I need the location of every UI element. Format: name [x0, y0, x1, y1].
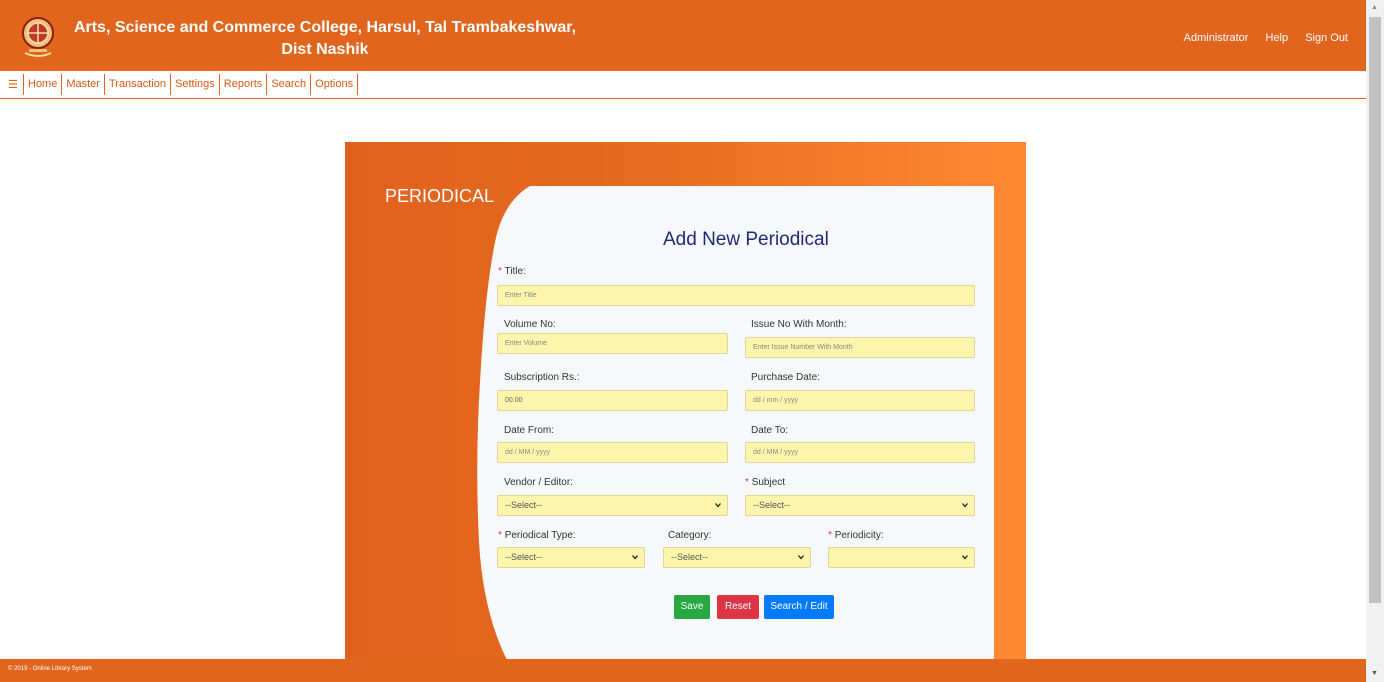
app-header: Arts, Science and Commerce College, Hars…: [0, 0, 1366, 71]
subject-select[interactable]: --Select--: [745, 495, 975, 516]
purchase-date-input[interactable]: dd / mm / yyyy: [745, 390, 975, 411]
scrollbar-thumb[interactable]: [1369, 17, 1381, 603]
chevron-down-icon: [798, 555, 804, 560]
college-name-line2: Dist Nashik: [281, 41, 369, 58]
volume-input[interactable]: Enter Volume: [497, 333, 728, 354]
subject-select-value: --Select--: [753, 500, 791, 510]
required-marker: *: [828, 530, 832, 541]
date-from-label: Date From:: [504, 425, 555, 436]
category-select[interactable]: --Select--: [663, 547, 811, 568]
vendor-select[interactable]: --Select--: [497, 495, 728, 516]
volume-label: Volume No:: [504, 319, 556, 330]
subscription-label: Subscription Rs.:: [504, 372, 580, 383]
purchase-date-label: Purchase Date:: [751, 372, 820, 383]
vendor-select-value: --Select--: [505, 500, 543, 510]
menu-item-master[interactable]: Master: [61, 74, 104, 95]
periodical-card: PERIODICAL Add New Periodical * Title: E…: [345, 142, 1026, 660]
card-title: PERIODICAL: [385, 186, 495, 206]
title-label-text: Title:: [504, 266, 526, 277]
college-name-line1: Arts, Science and Commerce College, Hars…: [73, 19, 577, 36]
menu-item-reports[interactable]: Reports: [218, 74, 267, 95]
periodical-type-label: * Periodical Type:: [498, 530, 576, 541]
menu-items: Home Master Transaction Settings Reports…: [23, 74, 359, 95]
menu-item-settings[interactable]: Settings: [170, 74, 219, 95]
vendor-label: Vendor / Editor:: [504, 477, 573, 488]
required-marker: *: [745, 477, 749, 488]
date-from-input[interactable]: dd / MM / yyyy: [497, 442, 728, 463]
subject-label-text: Subject: [751, 477, 786, 488]
hamburger-icon[interactable]: ☰: [8, 78, 18, 91]
menu-item-options[interactable]: Options: [310, 74, 359, 95]
footer: © 2019 - Online Library System: [0, 659, 1366, 682]
category-label: Category:: [668, 530, 712, 541]
periodical-type-label-text: Periodical Type:: [504, 530, 576, 541]
reset-button[interactable]: Reset: [717, 595, 759, 619]
search-edit-button[interactable]: Search / Edit: [764, 595, 834, 619]
vertical-scrollbar[interactable]: ▲ ▼: [1366, 0, 1384, 682]
administrator-link[interactable]: Administrator: [1184, 32, 1249, 44]
required-marker: *: [498, 530, 502, 541]
subscription-input[interactable]: 00.00: [497, 390, 728, 411]
title-label: * Title:: [498, 266, 526, 277]
save-button[interactable]: Save: [674, 595, 710, 619]
subject-label: * Subject: [745, 477, 785, 488]
chevron-down-icon: [632, 555, 638, 560]
help-link[interactable]: Help: [1266, 32, 1289, 44]
main-menu: ☰ Home Master Transaction Settings Repor…: [0, 71, 1366, 99]
header-links: Administrator Help Sign Out: [1170, 32, 1348, 44]
menu-item-search[interactable]: Search: [266, 74, 310, 95]
scroll-up-arrow-icon[interactable]: ▲: [1371, 4, 1378, 11]
category-select-value: --Select--: [671, 552, 709, 562]
periodicity-label-text: Periodicity:: [834, 530, 884, 541]
issue-input[interactable]: Enter Issue Number With Month: [745, 337, 975, 358]
footer-copyright: © 2019 - Online Library System: [8, 666, 92, 672]
date-to-input[interactable]: dd / MM / yyyy: [745, 442, 975, 463]
sign-out-link[interactable]: Sign Out: [1305, 32, 1348, 44]
title-input[interactable]: Enter Title: [497, 285, 975, 306]
issue-label: Issue No With Month:: [751, 319, 847, 330]
periodical-type-select[interactable]: --Select--: [497, 547, 645, 568]
form-title: Add New Periodical: [663, 229, 829, 250]
scroll-down-arrow-icon[interactable]: ▼: [1371, 670, 1378, 677]
periodicity-select[interactable]: [828, 547, 975, 568]
required-marker: *: [498, 266, 502, 277]
menu-item-home[interactable]: Home: [23, 74, 61, 95]
periodical-type-select-value: --Select--: [505, 552, 543, 562]
chevron-down-icon: [962, 503, 968, 508]
chevron-down-icon: [962, 555, 968, 560]
chevron-down-icon: [715, 503, 721, 508]
college-name: Arts, Science and Commerce College, Hars…: [0, 17, 650, 61]
menu-item-transaction[interactable]: Transaction: [103, 74, 170, 95]
periodicity-label: * Periodicity:: [828, 530, 884, 541]
date-to-label: Date To:: [751, 425, 789, 436]
